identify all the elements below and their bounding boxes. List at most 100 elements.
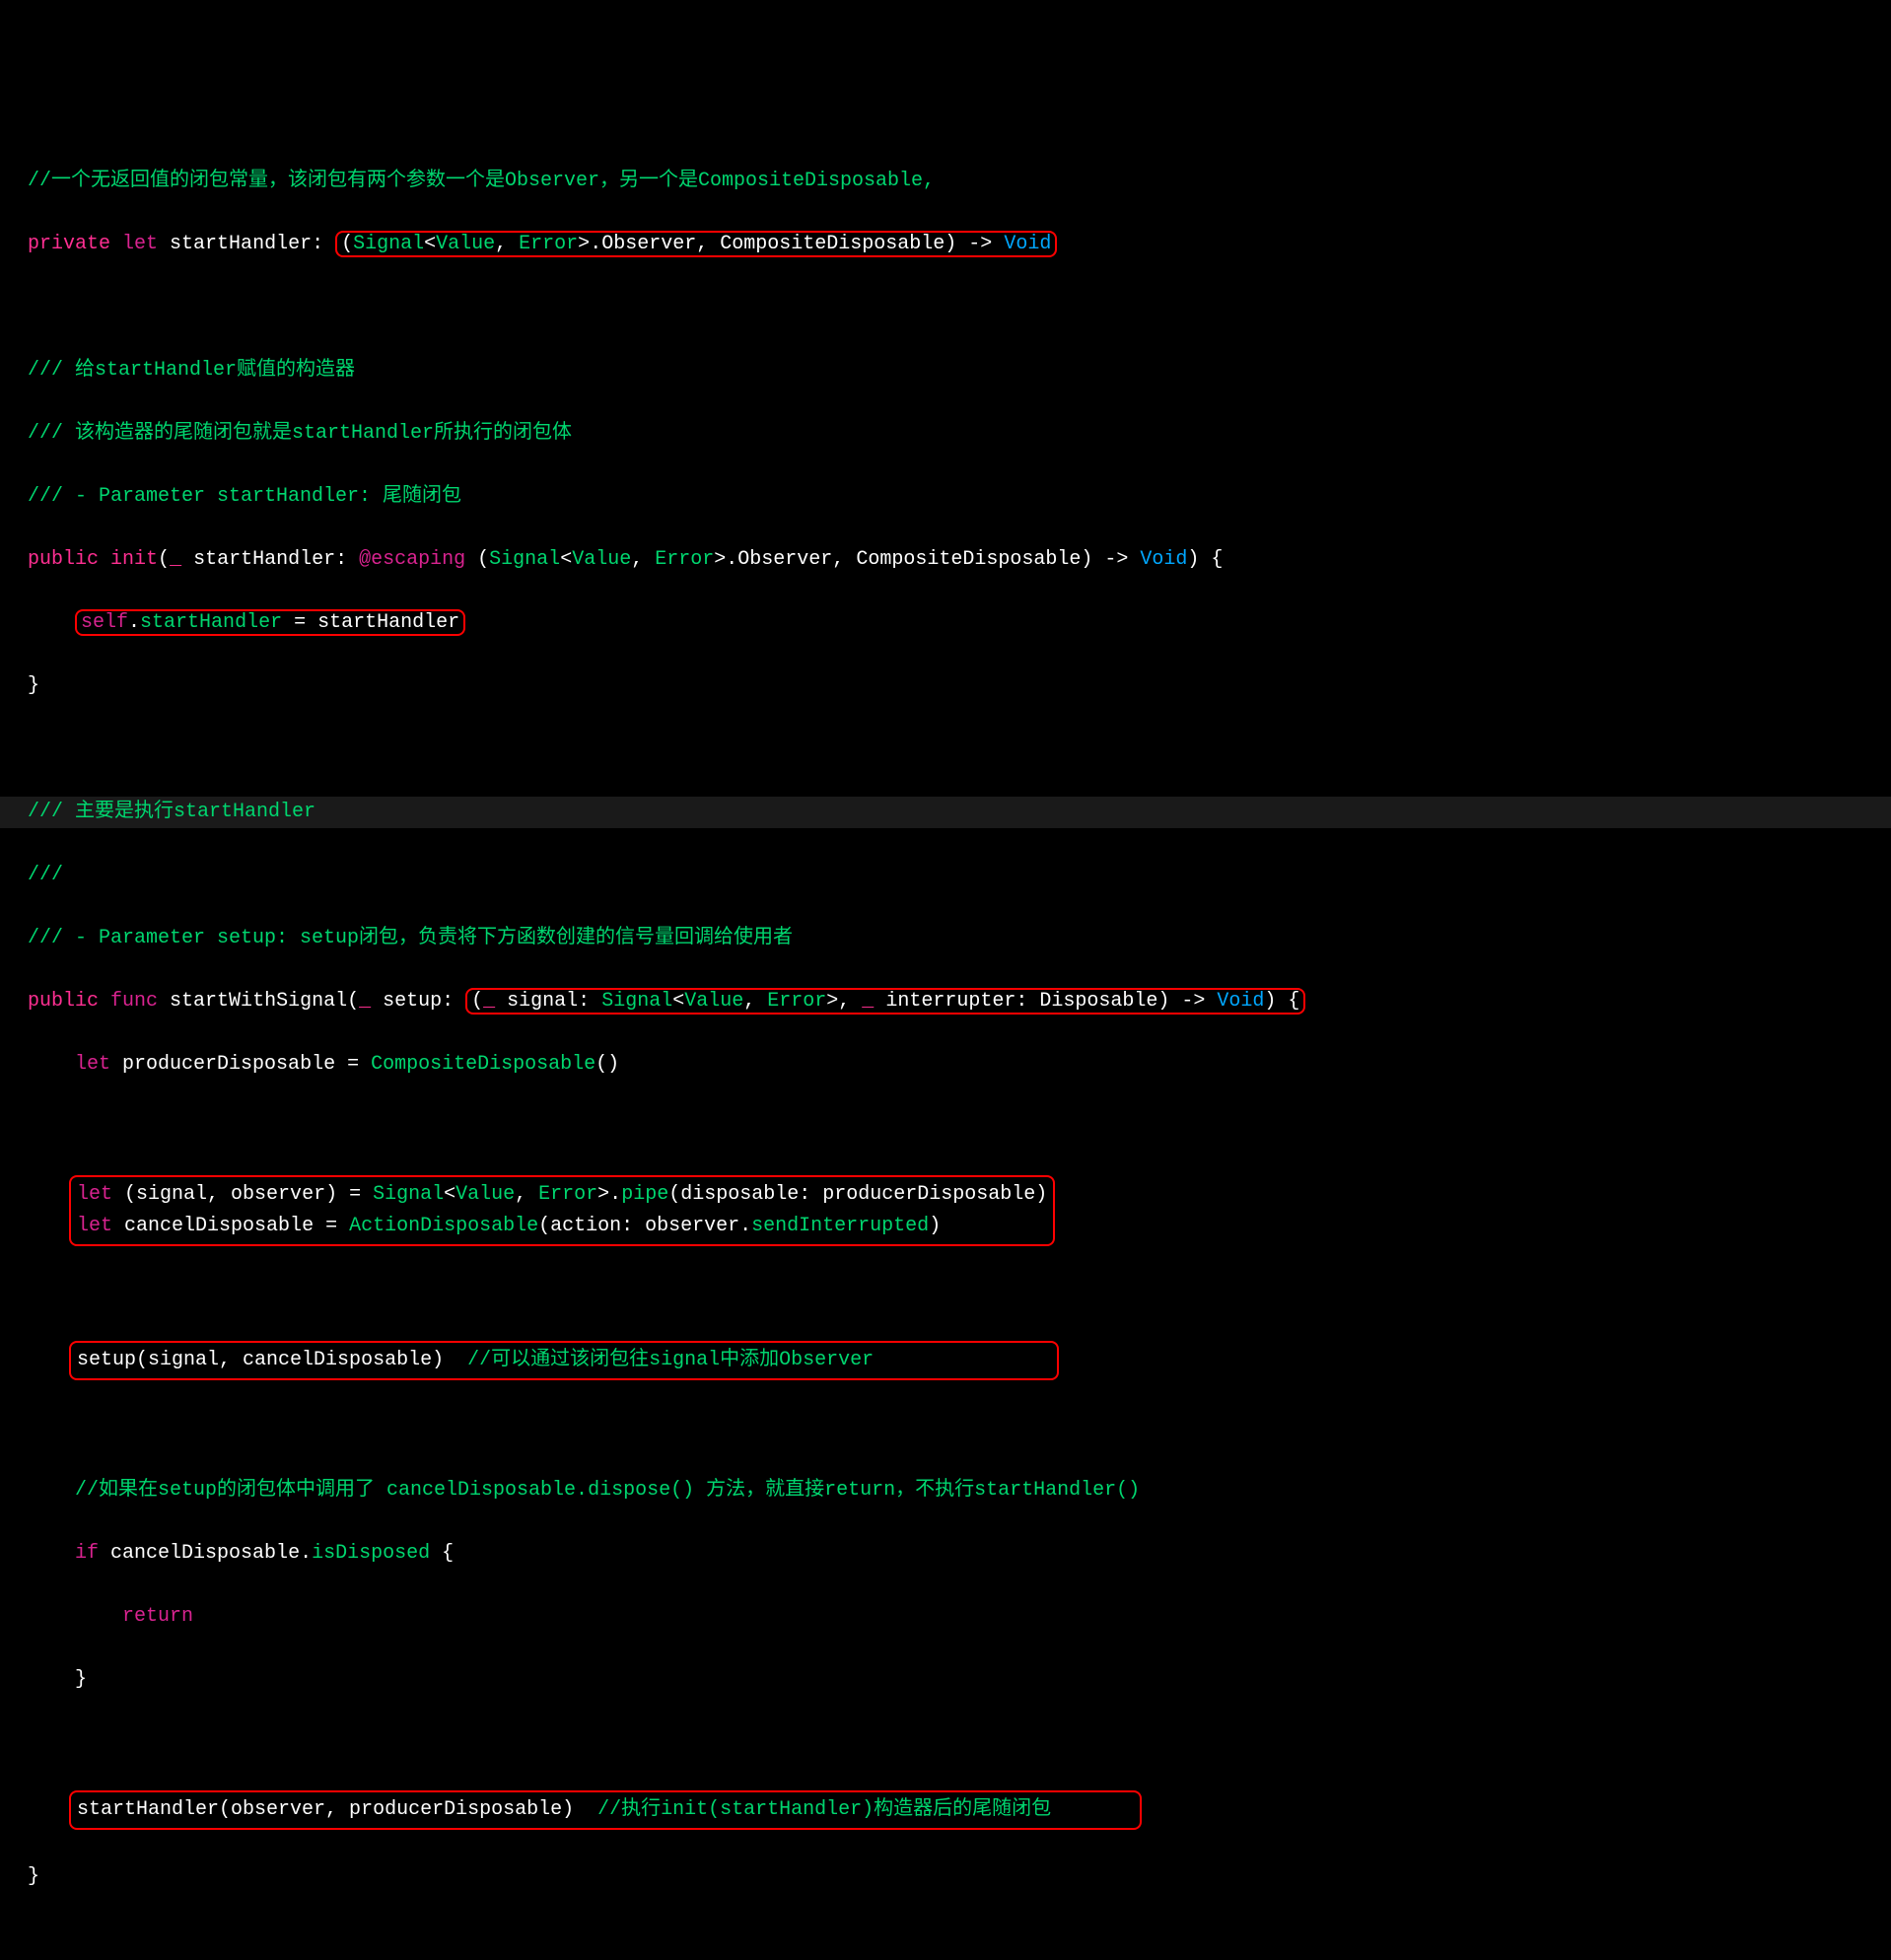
highlight-box: (_ signal: Signal<Value, Error>, _ inter… [465,988,1305,1015]
underscore: _ [862,990,874,1013]
doc-comment: /// [28,864,63,886]
func-name: startWithSignal( [158,990,359,1013]
code-line [28,734,1891,765]
punct: -> [1169,990,1217,1013]
code-line: /// - Parameter startHandler: 尾随闭包 [28,481,1891,513]
assignment: = startHandler [282,611,459,634]
type-void: Void [1140,548,1187,571]
type: Error [519,233,578,255]
paren: ) [1157,990,1169,1013]
doc-comment: /// 该构造器的尾随闭包就是startHandler所执行的闭包体 [28,422,572,445]
code-line: self.startHandler = startHandler [28,607,1891,639]
code-editor: //一个无返回值的闭包常量，该闭包有两个参数一个是Observer，另一个是Co… [28,134,1891,1925]
punct: . [590,233,601,255]
code-line: } [28,1861,1891,1893]
underscore: _ [170,548,181,571]
param-label: setup: [371,990,465,1013]
punct: < [424,233,436,255]
code-line: setup(signal, cancelDisposable) //可以通过该闭… [28,1341,1891,1380]
punct: > [714,548,726,571]
keyword-let: let [75,1053,110,1076]
punct: . [726,548,737,571]
code-line [28,292,1891,323]
code-line [28,1412,1891,1443]
identifier: startHandler: [158,233,335,255]
punct: -> [1092,548,1140,571]
type: Error [538,1183,597,1206]
type-void: Void [1004,233,1051,255]
keyword-let: let [77,1215,112,1237]
type: Value [572,548,631,571]
type: Signal [601,990,672,1013]
type: CompositeDisposable [856,548,1081,571]
highlight-box: let (signal, observer) = Signal<Value, E… [69,1175,1055,1246]
comment: //可以通过该闭包往signal中添加Observer [467,1349,874,1371]
keyword-init: init [110,548,158,571]
keyword-if: if [75,1542,99,1565]
brace: } [28,1865,39,1888]
method: sendInterrupted [751,1215,929,1237]
paren: ) { [1264,990,1299,1013]
paren: ( [158,548,170,571]
underscore: _ [359,990,371,1013]
call: startHandler(observer, producerDisposabl… [77,1798,597,1821]
code-line: public func startWithSignal(_ setup: (_ … [28,986,1891,1017]
type-void: Void [1217,990,1264,1013]
type: Error [767,990,826,1013]
doc-comment: /// - Parameter setup: setup闭包，负责将下方函数创建… [28,927,793,949]
code-line: } [28,670,1891,702]
code-line: let (signal, observer) = Signal<Value, E… [28,1175,1891,1246]
type: ActionDisposable [349,1215,538,1237]
code-line: //如果在setup的闭包体中调用了 cancelDisposable.disp… [28,1475,1891,1506]
paren: ( [341,233,353,255]
keyword-return: return [122,1605,193,1628]
doc-comment: /// - Parameter startHandler: 尾随闭包 [28,485,461,508]
comment: //如果在setup的闭包体中调用了 cancelDisposable.disp… [75,1479,1140,1502]
type: Disposable [1039,990,1157,1013]
code-line: startHandler(observer, producerDisposabl… [28,1790,1891,1830]
space [465,548,477,571]
highlight-box: setup(signal, cancelDisposable) //可以通过该闭… [69,1341,1059,1380]
keyword-self: self [81,611,128,634]
code-line: /// 该构造器的尾随闭包就是startHandler所执行的闭包体 [28,418,1891,450]
property: isDisposed [312,1542,430,1565]
keyword-public: public [28,548,99,571]
code-line [28,1112,1891,1144]
type: Observer [737,548,832,571]
param-label: interrupter: [874,990,1039,1013]
punct: < [672,990,684,1013]
type: Signal [373,1183,444,1206]
code-line: } [28,1664,1891,1696]
code-line: /// - Parameter setup: setup闭包，负责将下方函数创建… [28,923,1891,954]
attribute-escaping: @escaping [359,548,465,571]
type: Signal [489,548,560,571]
keyword-private: private [28,233,110,255]
code-line [28,1278,1891,1309]
punct: > [826,990,838,1013]
keyword-let: let [77,1183,112,1206]
comment: //一个无返回值的闭包常量，该闭包有两个参数一个是Observer，另一个是Co… [28,170,935,192]
paren: ( [477,548,489,571]
punct: , [495,233,519,255]
identifier: producerDisposable = [110,1053,371,1076]
identifier: cancelDisposable = [112,1215,349,1237]
punct: . [128,611,140,634]
punct: , [838,990,862,1013]
punct: , [696,233,720,255]
code-line: return [28,1601,1891,1633]
punct: > [578,233,590,255]
args: (disposable: producerDisposable) [668,1183,1047,1206]
code-line: let producerDisposable = CompositeDispos… [28,1049,1891,1081]
code-line: public init(_ startHandler: @escaping (S… [28,544,1891,576]
args: (action: observer. [538,1215,751,1237]
keyword-public: public [28,990,99,1013]
paren: ) { [1187,548,1223,571]
expr: cancelDisposable. [99,1542,312,1565]
method: pipe [621,1183,668,1206]
punct: < [560,548,572,571]
call: setup(signal, cancelDisposable) [77,1349,467,1371]
type: Signal [353,233,424,255]
punct: , [515,1183,538,1206]
keyword-func: func [110,990,158,1013]
type: CompositeDisposable [371,1053,595,1076]
